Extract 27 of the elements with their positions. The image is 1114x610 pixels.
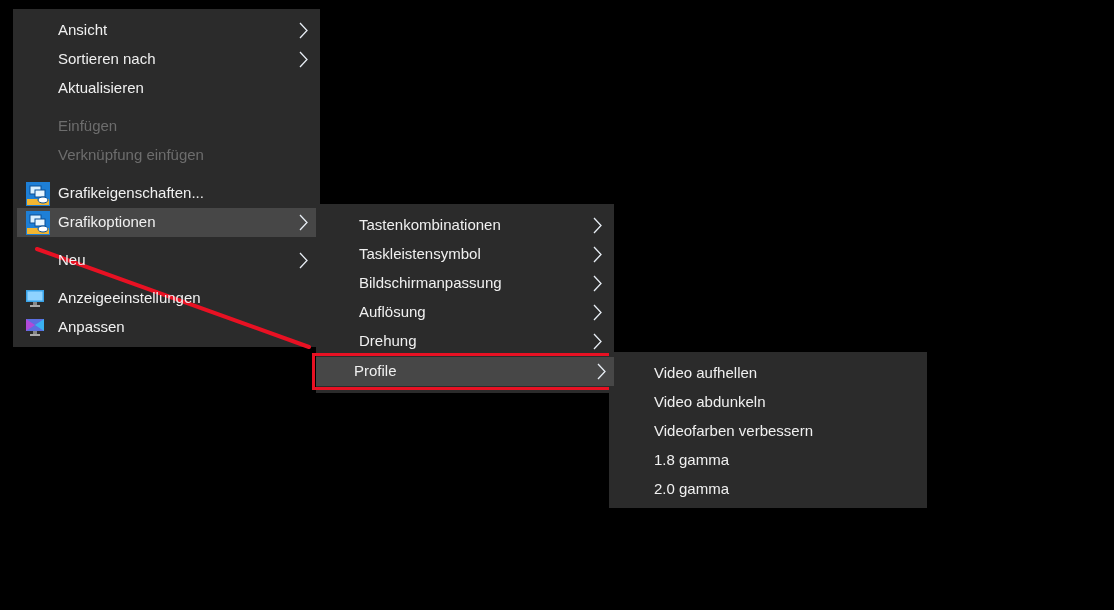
chevron-right-icon bbox=[299, 22, 308, 39]
chevron-right-icon bbox=[593, 275, 602, 292]
graphics-icon bbox=[26, 181, 50, 206]
menu-item[interactable]: Tastenkombinationen bbox=[316, 211, 614, 240]
personalize-icon bbox=[26, 319, 44, 336]
chevron-right-icon bbox=[593, 333, 602, 350]
menu-item[interactable]: Grafikoptionen bbox=[17, 208, 316, 237]
menu-item[interactable]: Sortieren nach bbox=[13, 45, 320, 74]
chevron-right-icon bbox=[593, 304, 602, 321]
menu-item[interactable]: Taskleistensymbol bbox=[316, 240, 614, 269]
menu-item[interactable]: Grafikeigenschaften... bbox=[13, 179, 320, 208]
chevron-right-icon bbox=[593, 217, 602, 234]
menu-item[interactable]: Bildschirmanpassung bbox=[316, 269, 614, 298]
menu-item[interactable]: Ansicht bbox=[13, 16, 320, 45]
graphics-icon bbox=[26, 210, 50, 235]
chevron-right-icon bbox=[597, 363, 606, 380]
chevron-right-icon bbox=[299, 214, 308, 231]
menu-item[interactable]: Videofarben verbessern bbox=[609, 417, 927, 446]
menu-item[interactable]: 1.8 gamma bbox=[609, 446, 927, 475]
monitor-icon bbox=[26, 290, 44, 307]
menu-item[interactable]: 2.0 gamma bbox=[609, 475, 927, 504]
chevron-right-icon bbox=[593, 246, 602, 263]
menu-item[interactable]: Video abdunkeln bbox=[609, 388, 927, 417]
chevron-right-icon bbox=[299, 51, 308, 68]
chevron-right-icon bbox=[299, 252, 308, 269]
menu-item[interactable]: Profile bbox=[316, 357, 614, 386]
menu-item[interactable]: Aktualisieren bbox=[13, 74, 320, 103]
